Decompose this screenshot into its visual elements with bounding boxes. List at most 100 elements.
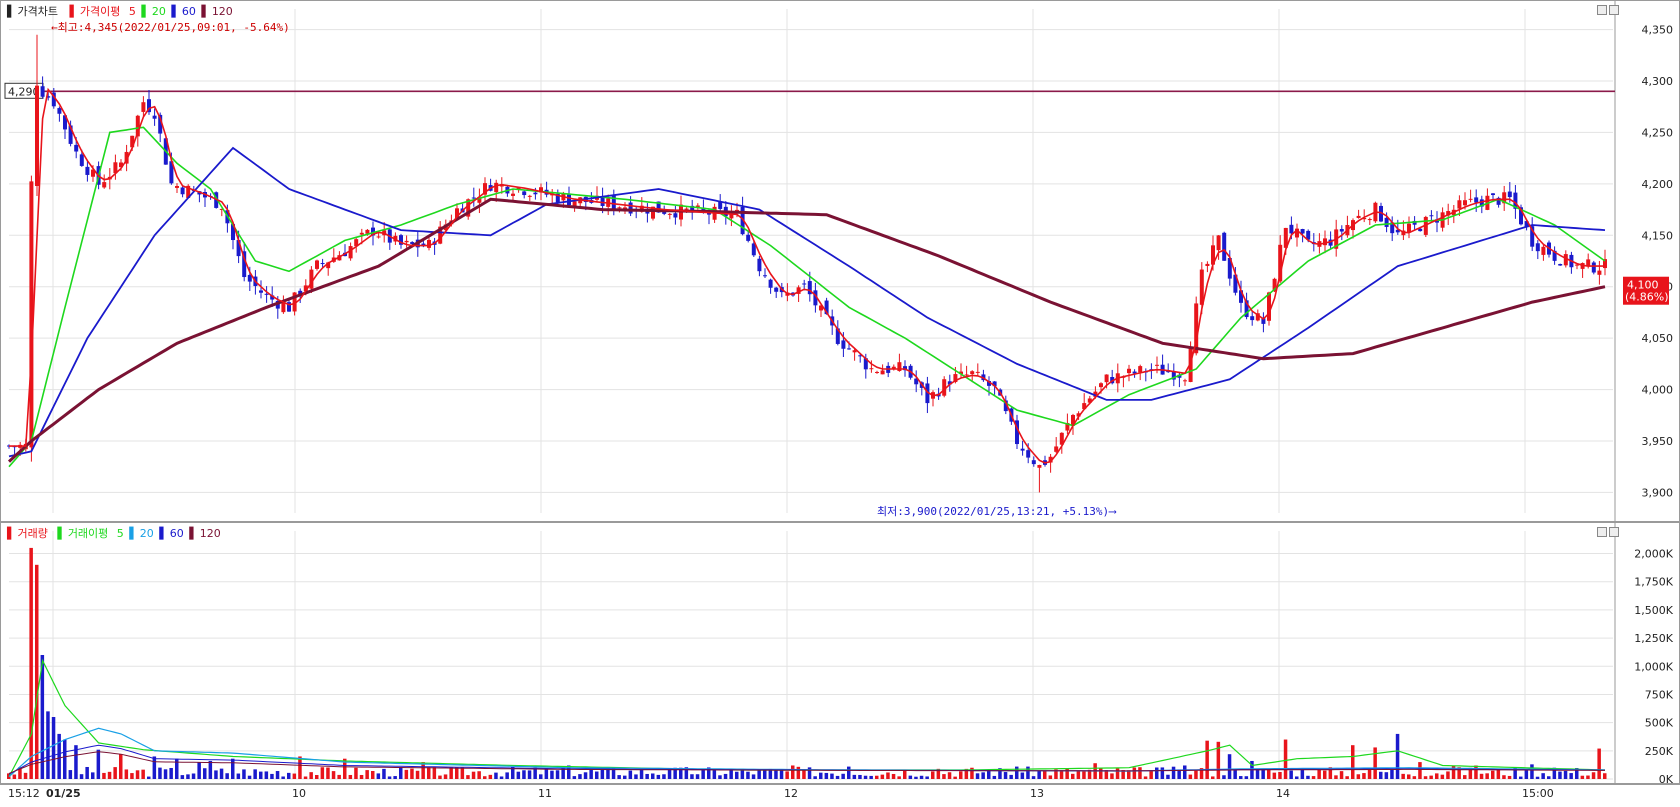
volume-bar[interactable] [438, 775, 442, 779]
volume-bar[interactable] [1043, 770, 1047, 779]
volume-bar[interactable] [1160, 767, 1165, 779]
volume-bar[interactable] [152, 756, 157, 779]
volume-bar[interactable] [1418, 762, 1422, 779]
price-ma-5[interactable]: 5 [129, 5, 136, 18]
candle-body[interactable] [1356, 215, 1361, 218]
volume-bar[interactable] [1356, 774, 1361, 779]
volume-bar[interactable] [1115, 768, 1120, 779]
volume-bar[interactable] [1474, 765, 1478, 779]
candle-body[interactable] [763, 275, 767, 277]
volume-chart-canvas[interactable]: 2,000K 1,750K 1,500K 1,250K 1,000K 750K 500K 25… [1, 523, 1680, 785]
volume-bar[interactable] [690, 774, 694, 779]
volume-bar[interactable] [376, 773, 381, 779]
volume-ma-60[interactable]: 60 [170, 527, 184, 540]
volume-bar[interactable] [163, 769, 168, 779]
volume-bar[interactable] [572, 776, 577, 779]
volume-bar[interactable] [791, 765, 795, 779]
volume-bar[interactable] [751, 774, 756, 779]
volume-bar[interactable] [102, 772, 106, 779]
volume-bar[interactable] [354, 767, 358, 779]
volume-bar[interactable] [320, 767, 325, 779]
candle-body[interactable] [1205, 263, 1210, 266]
candle-body[interactable] [617, 207, 622, 209]
candle-body[interactable] [1384, 217, 1389, 227]
volume-bar[interactable] [852, 774, 857, 779]
volume-bar[interactable] [1446, 771, 1450, 779]
volume-bar[interactable] [1071, 773, 1075, 779]
volume-bar[interactable] [113, 767, 117, 779]
volume-bar[interactable] [819, 772, 823, 779]
candle-body[interactable] [1267, 292, 1271, 321]
volume-bar[interactable] [875, 775, 879, 779]
volume-bar[interactable] [130, 773, 134, 779]
volume-bar[interactable] [79, 774, 84, 779]
candle-body[interactable] [1289, 224, 1294, 234]
volume-bar[interactable] [544, 768, 549, 779]
candle-body[interactable] [175, 186, 179, 188]
volume-bar[interactable] [1289, 770, 1293, 779]
volume-bar[interactable] [1519, 776, 1523, 779]
volume-bar[interactable] [723, 773, 728, 779]
candle-body[interactable] [152, 115, 157, 119]
volume-bar[interactable] [488, 774, 493, 779]
volume-bar[interactable] [802, 769, 806, 779]
volume-bar[interactable] [662, 774, 666, 779]
volume-bar[interactable] [1395, 733, 1400, 779]
volume-bar[interactable] [600, 769, 605, 779]
candle-body[interactable] [1026, 450, 1031, 458]
volume-bar[interactable] [309, 772, 313, 779]
candle-body[interactable] [264, 293, 269, 295]
volume-ma-20[interactable]: 20 [140, 527, 154, 540]
volume-bar[interactable] [505, 772, 509, 779]
volume-bar[interactable] [214, 770, 218, 779]
volume-bar[interactable] [1580, 775, 1585, 779]
volume-bar[interactable] [1048, 775, 1053, 779]
candle-body[interactable] [1591, 262, 1596, 273]
candle-body[interactable] [471, 197, 476, 199]
volume-bar[interactable] [1401, 773, 1405, 779]
volume-bar[interactable] [959, 771, 963, 779]
volume-bar[interactable] [992, 775, 997, 779]
candle-body[interactable] [975, 371, 980, 373]
volume-bar[interactable] [1569, 773, 1573, 779]
volume-bar[interactable] [1311, 776, 1316, 779]
volume-bar[interactable] [880, 774, 885, 779]
volume-bar[interactable] [651, 773, 655, 779]
volume-bar[interactable] [23, 772, 28, 779]
volume-bar[interactable] [259, 771, 263, 779]
candle-body[interactable] [1468, 198, 1473, 200]
volume-bar[interactable] [947, 772, 952, 779]
volume-bar[interactable] [953, 776, 957, 779]
volume-bar[interactable] [1272, 772, 1277, 779]
volume-bar[interactable] [1110, 773, 1114, 779]
volume-bar[interactable] [555, 770, 560, 779]
volume-bar[interactable] [63, 739, 67, 779]
volume-bar[interactable] [1558, 771, 1562, 779]
candle-body[interactable] [85, 166, 90, 175]
volume-bar[interactable] [656, 774, 661, 779]
volume-bar[interactable] [830, 773, 834, 779]
candle-body[interactable] [757, 258, 762, 272]
candle-body[interactable] [847, 348, 851, 350]
volume-bar[interactable] [779, 770, 784, 779]
candle-body[interactable] [79, 154, 84, 166]
volume-bar[interactable] [1300, 769, 1305, 779]
candle-body[interactable] [841, 340, 846, 349]
candle-body[interactable] [35, 85, 39, 187]
volume-bar[interactable] [331, 771, 336, 779]
volume-bar[interactable] [275, 771, 280, 779]
volume-bar[interactable] [634, 774, 638, 779]
candle-body[interactable] [718, 201, 723, 209]
candle-body[interactable] [684, 208, 689, 210]
volume-bar[interactable] [1082, 771, 1086, 779]
volume-bar[interactable] [639, 769, 644, 779]
ma-20-line[interactable] [8, 126, 1606, 468]
volume-bar[interactable] [1597, 748, 1601, 779]
volume-bar[interactable] [292, 773, 297, 779]
candle-body[interactable] [869, 368, 874, 370]
volume-bar[interactable] [628, 770, 633, 779]
candle-body[interactable] [74, 144, 79, 152]
volume-bar[interactable] [1384, 772, 1389, 779]
candle-body[interactable] [1054, 446, 1059, 452]
candle-body[interactable] [527, 195, 532, 197]
